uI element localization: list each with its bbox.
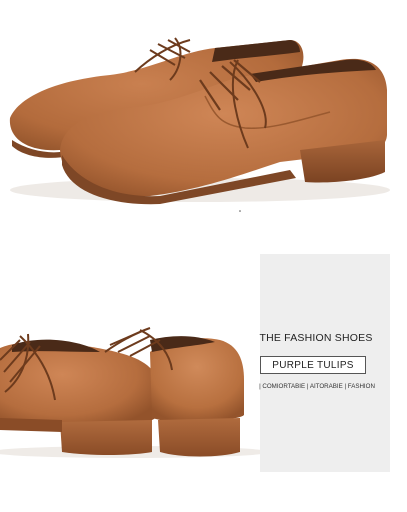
top-shoes-photo [9, 37, 390, 212]
left-heel-shoe [0, 333, 155, 455]
tagline: | COMIORTABIE | AITORABIE | FASHION [259, 383, 375, 390]
headline: THE FASHION SHOES [259, 332, 373, 344]
brand-name: PURPLE TULIPS [272, 359, 354, 371]
brand-box: PURPLE TULIPS [260, 356, 366, 374]
speck [239, 210, 241, 212]
